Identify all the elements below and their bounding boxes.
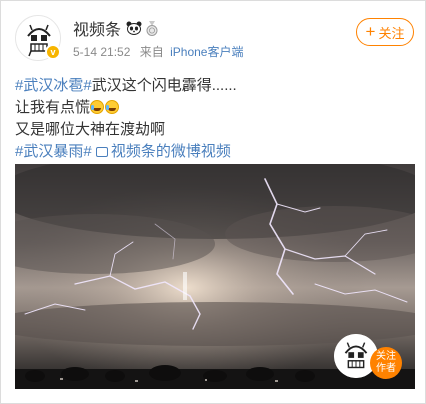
post-text: #武汉冰雹#武汉这个闪电霹得...... 让我有点慌 又是哪位大神在渡劫啊 #武… (15, 75, 415, 163)
video-player[interactable]: 关注 作者 (15, 164, 415, 389)
post-text-line-2: 让我有点慌 (15, 99, 91, 116)
hashtag-wuhan-rainstorm[interactable]: #武汉暴雨# (15, 143, 92, 160)
username[interactable]: 视频条 (73, 16, 121, 40)
source-prefix: 来自 (139, 45, 164, 59)
post-line-1: #武汉冰雹#武汉这个闪电霹得...... (15, 75, 415, 97)
watermark-follow-author-button[interactable]: 关注 作者 (370, 347, 402, 379)
username-row: 视频条 (73, 16, 159, 40)
post-text-line-1: 武汉这个闪电霹得...... (91, 77, 237, 94)
plus-icon: + (365, 21, 376, 41)
post-text-line-3: 又是哪位大神在渡劫啊 (15, 121, 166, 138)
watermark-follow-label-2: 作者 (376, 363, 396, 374)
laugh-cry-emoji-icon (105, 100, 120, 114)
user-badges (126, 20, 159, 36)
post-line-2: 让我有点慌 (15, 97, 415, 119)
video-icon (95, 147, 108, 157)
post-line-3: 又是哪位大神在渡劫啊 (15, 119, 415, 141)
source-link[interactable]: iPhone客户端 (170, 45, 243, 59)
post-line-4: #武汉暴雨# 视频条的微博视频 (15, 141, 415, 163)
hashtag-wuhan-hail[interactable]: #武汉冰雹# (15, 77, 92, 94)
weibo-post-card: v 视频条 5-14 21:52 来自 iPhone客户端 + 关注 #武汉冰雹… (0, 0, 426, 404)
verified-badge-icon: v (45, 44, 61, 60)
watermark-follow-label: 关注 (376, 351, 396, 362)
panda-emoji-icon (126, 21, 142, 35)
follow-label: 关注 (378, 25, 405, 41)
post-meta: 5-14 21:52 来自 iPhone客户端 (73, 43, 243, 60)
video-link-label: 视频条的微博视频 (110, 143, 231, 160)
video-link[interactable]: 视频条的微博视频 (95, 143, 231, 160)
follow-button[interactable]: + 关注 (356, 18, 414, 46)
laugh-cry-emoji-icon (90, 100, 105, 114)
post-timestamp: 5-14 21:52 (73, 45, 131, 59)
medal-icon (146, 20, 158, 36)
